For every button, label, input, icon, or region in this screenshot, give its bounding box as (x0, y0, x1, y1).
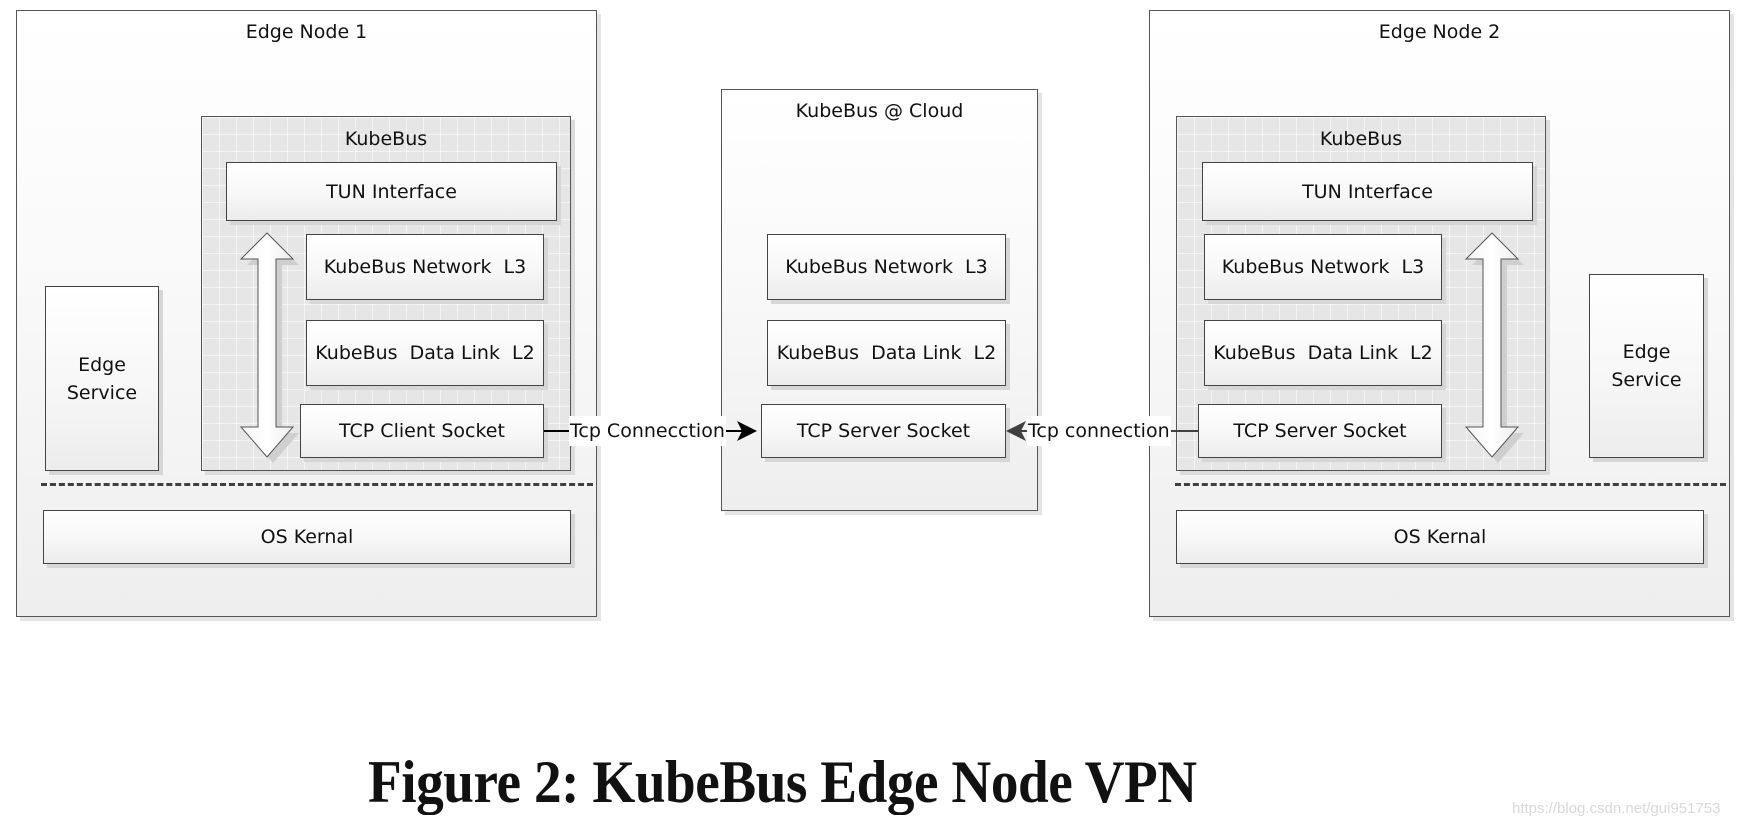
figure-caption: Figure 2: KubeBus Edge Node VPN (368, 749, 1197, 815)
connection-1-label: Tcp Connecction (569, 416, 726, 446)
connector-layer (239, 232, 1524, 463)
watermark: https://blog.csdn.net/gui951753 (1512, 800, 1721, 817)
edge-node-1-updown-arrow-icon (239, 232, 299, 463)
connection-2-label: Tcp connection (1027, 416, 1171, 446)
edge-node-2-updown-arrow-icon (1464, 232, 1524, 463)
